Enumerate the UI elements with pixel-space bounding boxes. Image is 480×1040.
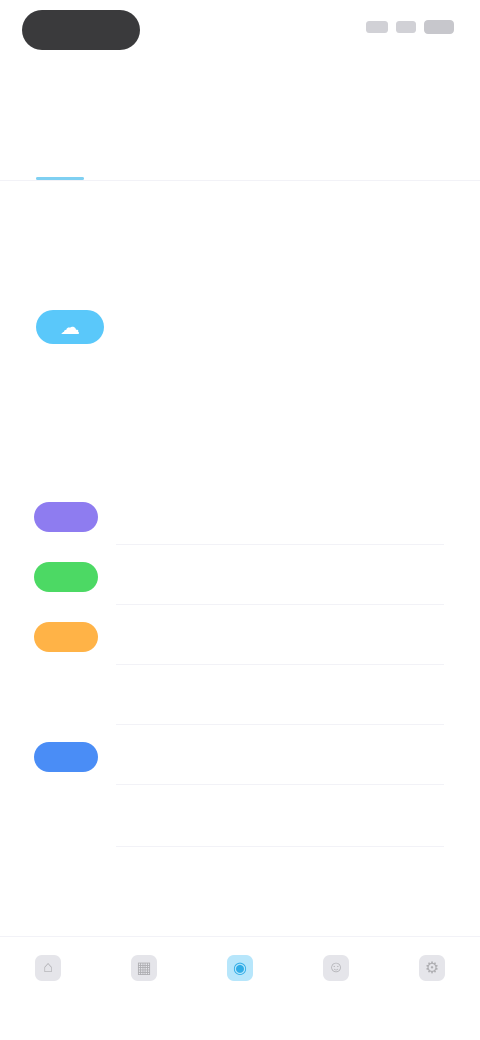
gear-icon: ⚙ [419, 955, 445, 981]
tabbar-item-grid[interactable]: ▦ [96, 937, 192, 1040]
tab-4[interactable] [360, 136, 480, 180]
grid-icon: ▦ [131, 955, 157, 981]
list-item[interactable] [0, 728, 480, 790]
status-time [22, 10, 140, 50]
footer-left-button[interactable] [177, 868, 205, 884]
tab-1[interactable] [0, 136, 120, 180]
footer-right-button[interactable] [275, 868, 303, 884]
list-item[interactable] [0, 488, 480, 548]
tabs-divider [0, 180, 480, 181]
tabbar-item-settings[interactable]: ⚙ [384, 937, 480, 1040]
divider [116, 784, 444, 785]
drop-icon [34, 742, 98, 772]
bottom-tab-bar: ⌂ ▦ ◉ ☺ ⚙ [0, 936, 480, 1040]
featured-card[interactable]: ☁ [20, 270, 460, 380]
segment-tabs [0, 136, 480, 180]
bell-icon: ◉ [227, 955, 253, 981]
status-icons [366, 20, 454, 34]
wifi-icon [396, 21, 416, 33]
item-list [0, 488, 480, 850]
footer-buttons [0, 868, 480, 884]
list-item[interactable] [0, 790, 480, 850]
divider [116, 664, 444, 665]
battery-icon [424, 20, 454, 34]
tabbar-item-notifications[interactable]: ◉ [192, 937, 288, 1040]
tab-3[interactable] [240, 136, 360, 180]
tabbar-item-profile[interactable]: ☺ [288, 937, 384, 1040]
tab-2[interactable] [120, 136, 240, 180]
star-icon [34, 502, 98, 532]
cloud-icon: ☁ [36, 310, 104, 344]
list-item[interactable] [0, 548, 480, 608]
divider [116, 604, 444, 605]
divider [116, 544, 444, 545]
status-bar [0, 0, 480, 64]
tabbar-item-home[interactable]: ⌂ [0, 937, 96, 1040]
home-icon: ⌂ [35, 955, 61, 981]
signal-icon [366, 21, 388, 33]
sun-icon [34, 622, 98, 652]
list-item[interactable] [0, 608, 480, 668]
divider [116, 724, 444, 725]
divider [116, 846, 444, 847]
user-icon: ☺ [323, 955, 349, 981]
list-item[interactable] [0, 668, 480, 728]
leaf-icon [34, 562, 98, 592]
